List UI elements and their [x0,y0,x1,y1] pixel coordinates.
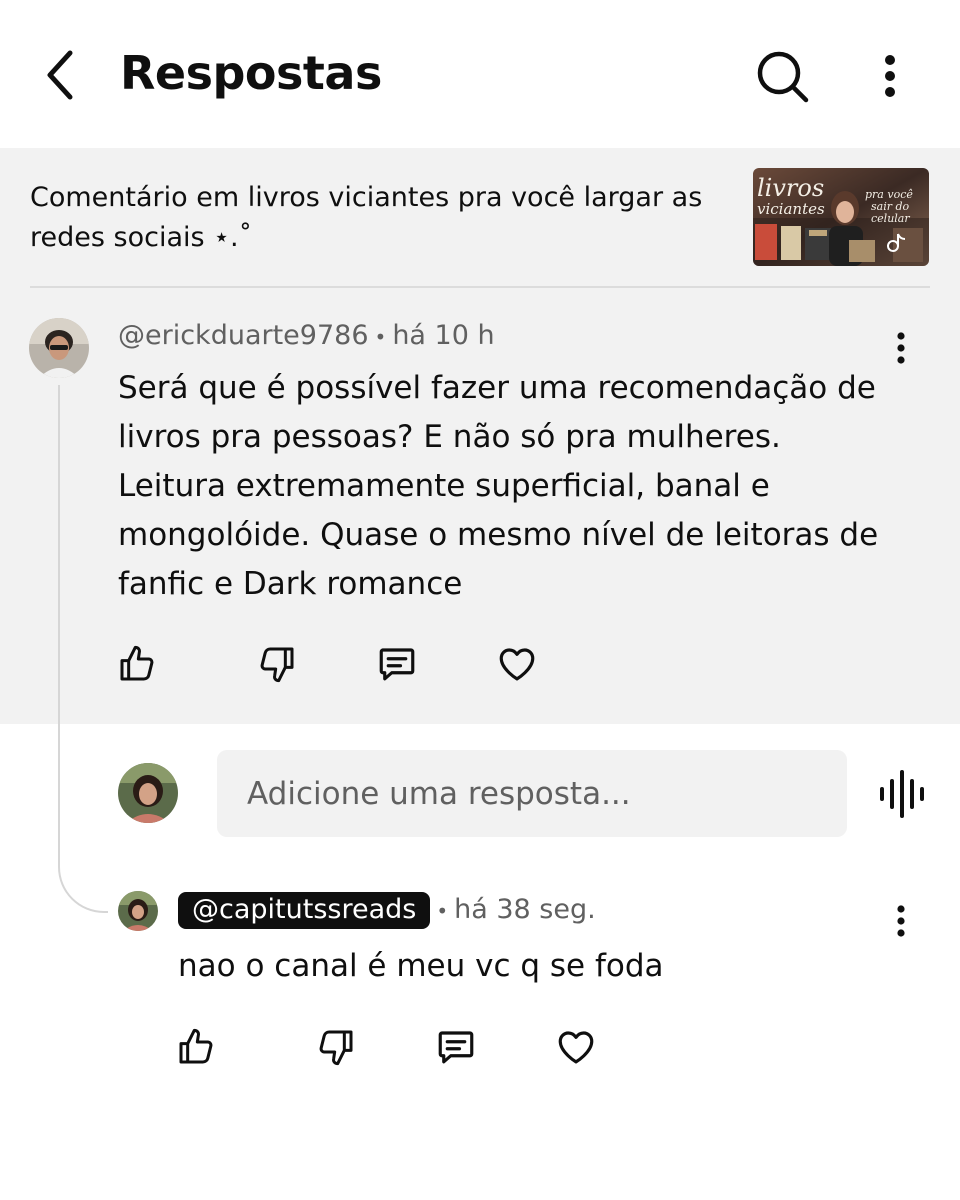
reply-button[interactable] [376,643,418,685]
avatar[interactable] [118,891,158,931]
heart-button[interactable] [555,1026,597,1068]
chevron-left-icon [47,50,73,100]
voice-waveform-icon [880,770,924,818]
video-thumbnail-image: livros viciantes pra você sair do celula… [753,168,929,266]
like-button[interactable] [116,643,158,685]
reply-author-chip[interactable]: @capitutssreads [178,892,431,929]
video-title: Comentário em livros viciantes pra você … [30,178,730,258]
more-vertical-icon [897,905,905,937]
comment-text: Será que é possível fazer uma recomendaç… [118,364,918,609]
more-vertical-icon [897,332,905,364]
reply-meta: @capitutssreads • há 38 seg. [178,892,596,929]
thumbs-down-icon [319,1030,353,1066]
comment-text-line: Será que é possível fazer uma recomendaç… [118,370,876,406]
thumbs-up-icon [179,1028,213,1064]
thumbnail-text: viciantes [757,200,825,218]
thread-connector [58,385,108,913]
comment-actions [116,643,538,685]
heart-icon [558,1031,594,1064]
dislike-button[interactable] [256,643,298,685]
avatar[interactable] [29,318,89,378]
user-avatar [118,763,178,823]
separator-dot: • [374,325,387,349]
heart-button[interactable] [496,643,538,685]
video-thumbnail[interactable]: livros viciantes pra você sair do celula… [753,168,929,266]
reply-actions [175,1026,597,1068]
search-button[interactable] [752,46,812,106]
more-options-button[interactable] [862,46,918,106]
thumbs-down-icon [260,647,294,683]
reply-input[interactable] [217,750,847,837]
video-title-line: Comentário em livros viciantes pra você … [30,182,703,213]
top-bar: Respostas [0,0,960,148]
comment-meta: @erickduarte9786 • há 10 h [118,320,495,351]
comment-text-line: Leitura extremamente superficial, banal … [118,468,770,504]
reply-input-container [217,750,847,837]
search-icon [757,51,809,103]
comment-icon [379,648,415,681]
thumbs-up-icon [120,645,154,681]
comment-time: há 10 h [392,320,495,351]
video-context[interactable]: Comentário em livros viciantes pra você … [30,168,930,268]
comment-text-line: livros pra pessoas? E não só pra mulhere… [118,419,781,455]
page-title: Respostas [120,46,382,100]
video-title-line: redes sociais ⋆.˚ [30,222,253,253]
separator-dot: • [436,899,449,923]
back-button[interactable] [30,45,90,105]
comment-text-line: mongolóide. Quase o mesmo nível de leito… [118,517,879,553]
reply-button[interactable] [435,1026,477,1068]
comment-text-line: fanfic e Dark romance [118,566,463,602]
thumbnail-text: celular [871,212,910,225]
reply-more-button[interactable] [881,896,921,946]
like-button[interactable] [175,1026,217,1068]
divider [30,286,930,288]
thumbnail-text: livros [757,174,824,202]
heart-icon [499,648,535,681]
comment-icon [438,1031,474,1064]
dislike-button[interactable] [315,1026,357,1068]
reply-text: nao o canal é meu vc q se foda [178,948,664,984]
voice-input-button[interactable] [874,766,930,822]
more-vertical-icon [885,55,895,97]
reply-time: há 38 seg. [454,894,596,925]
comment-author[interactable]: @erickduarte9786 [118,320,369,351]
